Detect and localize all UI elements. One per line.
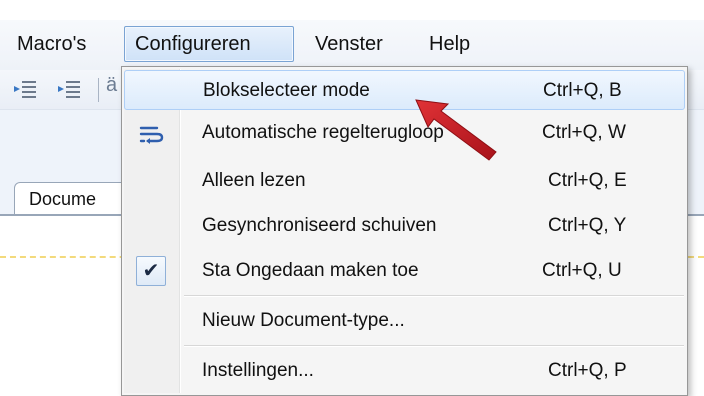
menu-item-label: Alleen lezen: [202, 170, 306, 191]
menu-item-sta-ongedaan-maken-toe[interactable]: ✔ Sta Ongedaan maken toe Ctrl+Q, U: [124, 251, 685, 291]
menu-item-label: Nieuw Document-type...: [202, 310, 405, 331]
menu-item-label: Gesynchroniseerd schuiven: [202, 215, 437, 236]
toolbar-separator: [98, 78, 99, 102]
indent-icon[interactable]: [56, 78, 82, 102]
checkmark-icon: ✔: [136, 256, 166, 286]
menu-item-shortcut: Ctrl+Q, Y: [548, 215, 627, 236]
menu-item-shortcut: Ctrl+Q, U: [542, 260, 622, 281]
word-wrap-icon: [139, 126, 164, 144]
toolbar-partial-icon: ä: [106, 74, 118, 96]
menu-configureren[interactable]: Configureren: [124, 26, 294, 62]
menu-item-gesynchroniseerd-schuiven[interactable]: Gesynchroniseerd schuiven Ctrl+Q, Y: [124, 206, 685, 246]
menu-venster[interactable]: Venster: [304, 26, 394, 62]
menu-separator: [184, 295, 684, 297]
menu-item-automatische-regelterugloop[interactable]: Automatische regelterugloop Ctrl+Q, W: [124, 113, 685, 153]
menu-item-shortcut: Ctrl+Q, E: [548, 170, 627, 191]
menu-item-nieuw-document-type[interactable]: Nieuw Document-type...: [124, 301, 685, 341]
menu-macros[interactable]: Macro's: [6, 26, 97, 62]
menu-bar: Macro's Configureren Venster Help: [0, 20, 704, 70]
menu-separator: [184, 345, 684, 347]
menu-item-label: Instellingen...: [202, 360, 314, 381]
menu-item-shortcut: Ctrl+Q, P: [548, 360, 627, 381]
menu-item-alleen-lezen[interactable]: Alleen lezen Ctrl+Q, E: [124, 161, 685, 201]
menu-item-shortcut: Ctrl+Q, W: [542, 122, 626, 143]
menu-item-label: Blokselecteer mode: [203, 80, 370, 101]
menu-item-label: Automatische regelterugloop: [202, 122, 444, 143]
menu-help[interactable]: Help: [418, 26, 481, 62]
menu-item-blokselecteer-mode[interactable]: Blokselecteer mode Ctrl+Q, B: [124, 70, 685, 110]
menu-item-instellingen[interactable]: Instellingen... Ctrl+Q, P: [124, 351, 685, 391]
screen: Macro's Configureren Venster Help ä Docu…: [0, 0, 704, 396]
menu-item-label: Sta Ongedaan maken toe: [202, 260, 419, 281]
outdent-icon[interactable]: [12, 78, 38, 102]
configureren-dropdown: Blokselecteer mode Ctrl+Q, B Automatisch…: [121, 66, 688, 396]
menu-item-shortcut: Ctrl+Q, B: [543, 80, 622, 101]
